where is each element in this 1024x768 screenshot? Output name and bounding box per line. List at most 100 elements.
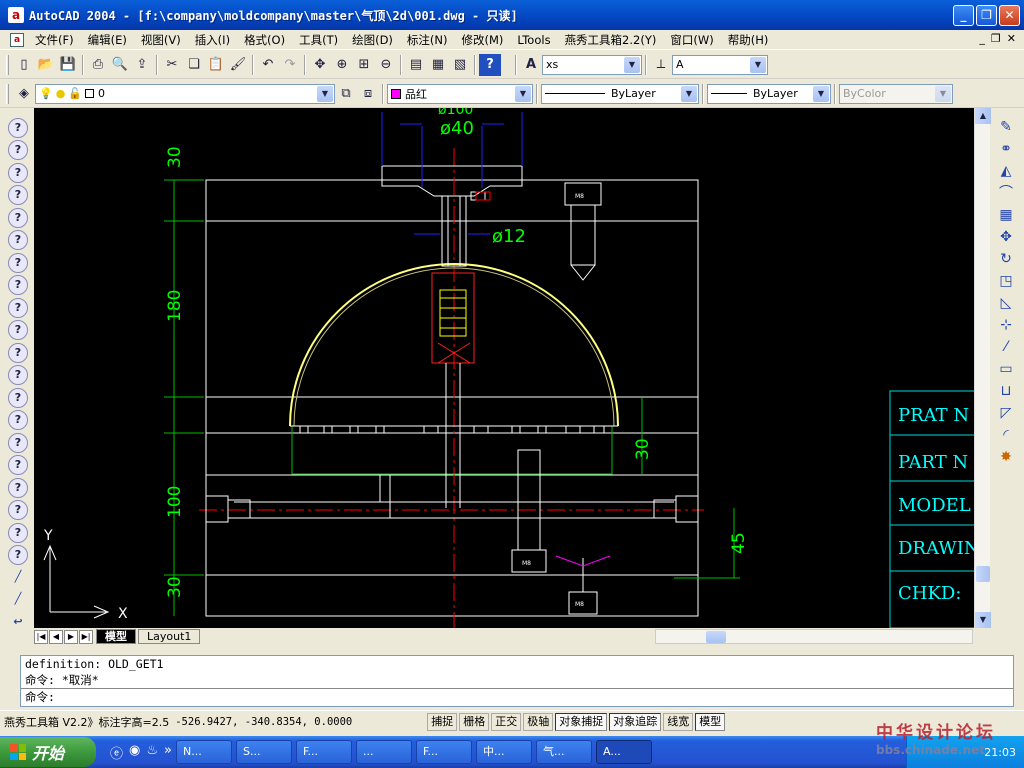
save-icon[interactable]: 💾 bbox=[57, 54, 79, 76]
taskbar-item[interactable]: F... bbox=[415, 740, 472, 764]
custom-tool-6-icon[interactable]: ? bbox=[8, 230, 28, 250]
open-file-icon[interactable]: 📂 bbox=[35, 54, 57, 76]
menu-yanxiu-toolbox[interactable]: 燕秀工具箱2.2(Y) bbox=[558, 32, 664, 48]
text-style-icon[interactable]: A bbox=[520, 54, 542, 76]
new-file-icon[interactable]: ▯ bbox=[13, 54, 35, 76]
offset-icon[interactable]: ⌒ bbox=[996, 183, 1016, 203]
custom-tool-19-icon[interactable]: ? bbox=[8, 522, 28, 543]
move-icon[interactable]: ✥ bbox=[996, 227, 1016, 247]
media-icon[interactable]: ◉ bbox=[129, 743, 140, 762]
minimize-button[interactable]: _ bbox=[953, 5, 974, 26]
custom-tool-20-icon[interactable]: ? bbox=[8, 545, 28, 565]
color-select[interactable]: 品红 ▼ bbox=[387, 83, 533, 104]
custom-tool-7-icon[interactable]: ? bbox=[8, 252, 28, 273]
erase-icon[interactable]: ✎ bbox=[996, 117, 1016, 137]
toolbar-grip[interactable] bbox=[6, 83, 9, 104]
snap-toggle[interactable]: 捕捉 bbox=[427, 712, 458, 731]
redo-icon[interactable]: ↷ bbox=[279, 54, 301, 76]
join-icon[interactable]: ⊔ bbox=[996, 381, 1016, 401]
zoom-window-icon[interactable]: ⊞ bbox=[353, 54, 375, 76]
menu-dimension[interactable]: 标注(N) bbox=[400, 32, 455, 48]
print-preview-icon[interactable]: 🔍 bbox=[109, 54, 131, 76]
tool-palettes-icon[interactable]: ▧ bbox=[449, 54, 471, 76]
ie-icon[interactable]: ⓔ bbox=[110, 743, 123, 762]
custom-tool-2-icon[interactable]: ? bbox=[8, 140, 28, 160]
polar-toggle[interactable]: 极轴 bbox=[523, 712, 554, 731]
lineweight-toggle[interactable]: 线宽 bbox=[663, 712, 694, 731]
expand-icon[interactable]: » bbox=[164, 743, 172, 762]
copy-object-icon[interactable]: ⚭ bbox=[996, 139, 1016, 159]
extend-icon[interactable]: ⁄ bbox=[996, 337, 1016, 357]
custom-tool-18-icon[interactable]: ? bbox=[8, 500, 28, 520]
last-tab-icon[interactable]: ▶| bbox=[79, 629, 93, 644]
model-toggle[interactable]: 模型 bbox=[695, 712, 726, 731]
menu-ltools[interactable]: LTools bbox=[510, 33, 557, 47]
layer-previous-icon[interactable]: ⧈ bbox=[357, 83, 379, 105]
chamfer-icon[interactable]: ◸ bbox=[996, 403, 1016, 423]
scroll-down-icon[interactable]: ▼ bbox=[975, 612, 991, 628]
rotate-icon[interactable]: ↻ bbox=[996, 249, 1016, 269]
otrack-toggle[interactable]: 对象追踪 bbox=[609, 712, 662, 731]
undo-icon[interactable]: ↶ bbox=[257, 54, 279, 76]
menu-file[interactable]: 文件(F) bbox=[28, 32, 81, 48]
custom-tool-8-icon[interactable]: ? bbox=[8, 275, 28, 295]
coordinate-readout[interactable]: -526.9427, -340.8354, 0.0000 bbox=[175, 716, 425, 728]
drawing-canvas[interactable]: M8 M8 M8 ø40 ø100 ø12 30 180 100 30 30 4… bbox=[34, 108, 974, 628]
custom-tool-3-icon[interactable]: ? bbox=[8, 162, 28, 183]
menu-tools[interactable]: 工具(T) bbox=[292, 32, 345, 48]
custom-tool-11-icon[interactable]: ? bbox=[8, 342, 28, 363]
grid-toggle[interactable]: 栅格 bbox=[459, 712, 490, 731]
prev-tab-icon[interactable]: ◀ bbox=[49, 629, 63, 644]
taskbar-item[interactable]: 气... bbox=[535, 740, 592, 764]
toolbar-grip[interactable] bbox=[6, 54, 9, 75]
layer-select[interactable]: 💡 ● 🔓 0 ▼ bbox=[35, 83, 335, 104]
first-tab-icon[interactable]: |◀ bbox=[34, 629, 48, 644]
cut-icon[interactable]: ✂ bbox=[161, 54, 183, 76]
line-tool-icon[interactable]: ╱ bbox=[8, 568, 28, 588]
custom-tool-15-icon[interactable]: ? bbox=[8, 432, 28, 453]
ortho-toggle[interactable]: 正交 bbox=[491, 712, 522, 731]
help-icon[interactable]: ? bbox=[479, 53, 501, 76]
design-center-icon[interactable]: ▦ bbox=[427, 54, 449, 76]
scroll-thumb[interactable] bbox=[976, 566, 990, 582]
taskbar-item[interactable]: 中... bbox=[475, 740, 532, 764]
layer-manager-icon[interactable]: ◈ bbox=[13, 83, 35, 105]
menu-edit[interactable]: 编辑(E) bbox=[81, 32, 134, 48]
construction-line-icon[interactable]: ╱ bbox=[8, 590, 28, 610]
lineweight-select[interactable]: ByLayer ▼ bbox=[707, 83, 831, 104]
menu-draw[interactable]: 绘图(D) bbox=[345, 32, 400, 48]
print-icon[interactable]: ⎙ bbox=[87, 54, 109, 76]
array-icon[interactable]: ▦ bbox=[996, 205, 1016, 225]
zoom-realtime-icon[interactable]: ⊕ bbox=[331, 54, 353, 76]
fillet-icon[interactable]: ◜ bbox=[996, 425, 1016, 445]
menu-insert[interactable]: 插入(I) bbox=[188, 32, 237, 48]
autocad-app-icon[interactable]: a bbox=[8, 7, 24, 23]
menu-window[interactable]: 窗口(W) bbox=[663, 32, 720, 48]
taskbar-item[interactable]: N... bbox=[175, 740, 232, 764]
custom-tool-12-icon[interactable]: ? bbox=[8, 365, 28, 385]
restore-button[interactable]: ❐ bbox=[976, 5, 997, 26]
break-icon[interactable]: ▭ bbox=[996, 359, 1016, 379]
mirror-icon[interactable]: ◭ bbox=[996, 161, 1016, 181]
polyline-tool-icon[interactable]: ↩ bbox=[8, 613, 28, 633]
close-button[interactable]: ✕ bbox=[999, 5, 1020, 26]
trim-icon[interactable]: ⊹ bbox=[996, 315, 1016, 335]
text-style-select[interactable]: xs ▼ bbox=[542, 54, 642, 75]
horizontal-scrollbar[interactable] bbox=[655, 629, 973, 644]
dim-style-icon[interactable]: ⟂ bbox=[650, 54, 672, 76]
paste-icon[interactable]: 📋 bbox=[205, 54, 227, 76]
menu-format[interactable]: 格式(O) bbox=[237, 32, 292, 48]
explode-icon[interactable]: ✸ bbox=[996, 447, 1016, 467]
custom-tool-17-icon[interactable]: ? bbox=[8, 477, 28, 498]
publish-icon[interactable]: ⇪ bbox=[131, 54, 153, 76]
next-tab-icon[interactable]: ▶ bbox=[64, 629, 78, 644]
menu-help[interactable]: 帮助(H) bbox=[721, 32, 776, 48]
menu-view[interactable]: 视图(V) bbox=[134, 32, 188, 48]
linetype-select[interactable]: ByLayer ▼ bbox=[541, 83, 699, 104]
custom-tool-5-icon[interactable]: ? bbox=[8, 207, 28, 228]
doc-restore-icon[interactable]: ❐ bbox=[991, 32, 1001, 45]
tab-model[interactable]: 模型 bbox=[96, 629, 136, 644]
pan-icon[interactable]: ✥ bbox=[309, 54, 331, 76]
make-object-layer-current-icon[interactable]: ⧉ bbox=[335, 83, 357, 105]
zoom-previous-icon[interactable]: ⊖ bbox=[375, 54, 397, 76]
